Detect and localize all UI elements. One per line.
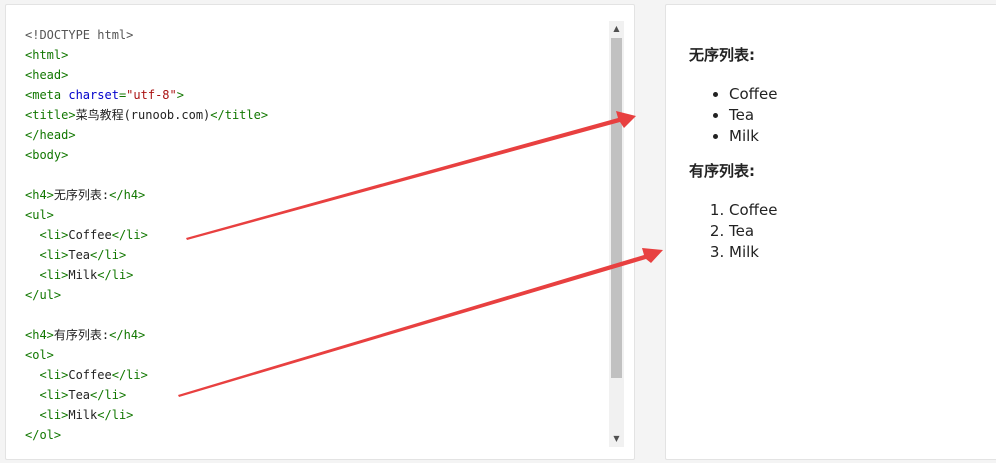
arrow-unordered-list [186,111,636,240]
arrow-ordered-list [178,248,663,397]
annotation-arrows [178,111,663,397]
